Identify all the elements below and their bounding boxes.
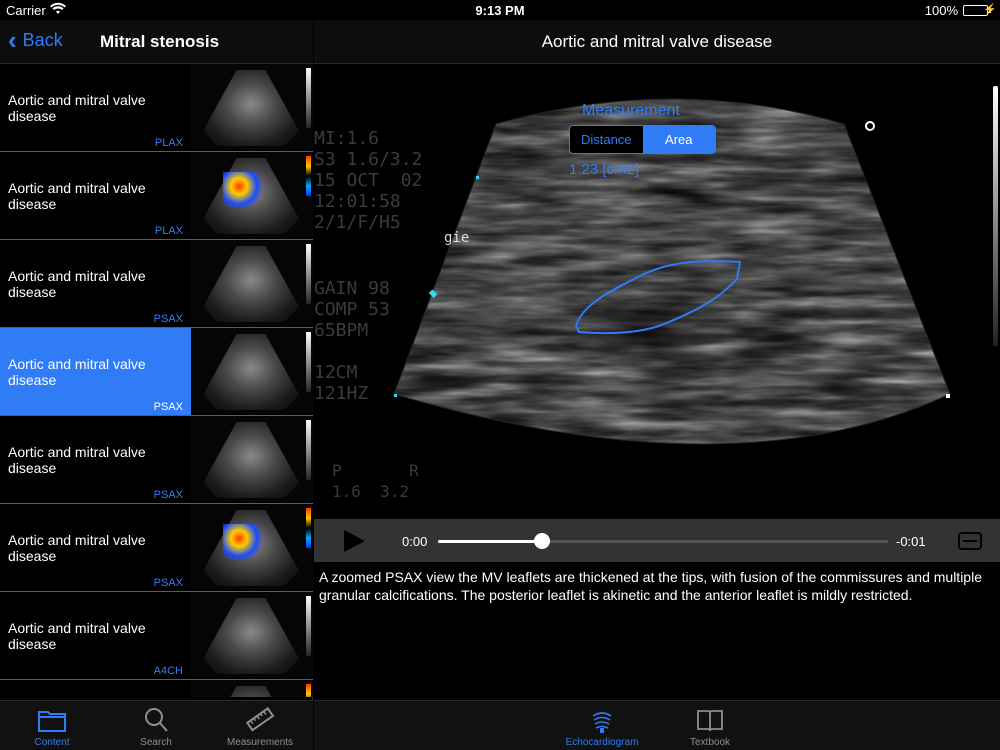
main-nav-bar: Aortic and mitral valve disease bbox=[314, 20, 1000, 64]
back-label: Back bbox=[22, 29, 63, 50]
echo-marker-label: gie bbox=[444, 230, 470, 246]
remaining-time: -0:01 bbox=[896, 534, 926, 549]
list-item-title: Aortic and mitral valve disease bbox=[8, 620, 146, 652]
play-button[interactable] bbox=[344, 530, 365, 552]
measurement-value: 1.23 [cm2] bbox=[569, 161, 640, 178]
gray-scale bbox=[306, 68, 311, 128]
echo-thumbnail bbox=[191, 504, 313, 591]
echo-header-overlay: MI:1.6 S3 1.6/3.2 15 OCT 02 12:01:58 2/1… bbox=[314, 128, 423, 233]
ruler-icon bbox=[245, 707, 275, 732]
thumbnail-sector bbox=[203, 334, 299, 410]
list-item[interactable]: Aortic and mitral valve disease PSAX bbox=[0, 416, 313, 504]
list-item-view-tag: PSAX bbox=[153, 577, 183, 589]
scrubber-track[interactable] bbox=[438, 540, 888, 543]
thumbnail-sector bbox=[203, 598, 299, 674]
list-item-title: Aortic and mitral valve disease bbox=[8, 356, 146, 388]
echo-thumbnail bbox=[191, 328, 313, 415]
echo-settings-overlay: GAIN 98 COMP 53 65BPM 12CM 121HZ bbox=[314, 278, 390, 404]
clock: 9:13 PM bbox=[475, 3, 525, 18]
list-item-title: Aortic and mitral valve disease bbox=[8, 180, 146, 212]
doppler-overlay bbox=[223, 524, 263, 560]
search-icon bbox=[145, 708, 168, 732]
book-icon bbox=[697, 710, 723, 732]
video-player-controls: 0:00 -0:01 bbox=[314, 519, 1000, 562]
thumbnail-sector bbox=[203, 246, 299, 322]
grayscale-bar bbox=[993, 86, 998, 346]
echo-thumbnail bbox=[191, 64, 313, 151]
list-item[interactable]: Aortic and mitral valve disease PLAX bbox=[0, 152, 313, 240]
gray-scale bbox=[306, 596, 311, 656]
thumbnail-sector bbox=[203, 70, 299, 146]
color-scale bbox=[306, 508, 311, 548]
color-scale bbox=[306, 684, 311, 697]
sidebar-nav-bar: ‹ Back Mitral stenosis bbox=[0, 20, 313, 64]
doppler-overlay bbox=[223, 172, 263, 208]
tab-textbook-label: Textbook bbox=[689, 737, 731, 748]
tab-content[interactable]: Content bbox=[0, 701, 104, 750]
list-item[interactable]: Aortic and mitral valve disease PSAX bbox=[0, 328, 313, 416]
chevron-left-icon: ‹ bbox=[8, 25, 17, 55]
measurement-mode-selector: Distance Area bbox=[569, 125, 716, 154]
list-item-title: Aortic and mitral valve disease bbox=[8, 92, 146, 124]
gray-scale bbox=[306, 332, 311, 392]
charging-icon: ⚡ bbox=[983, 4, 997, 16]
back-button[interactable]: ‹ Back bbox=[8, 25, 63, 55]
tab-echocardiogram-label: Echocardiogram bbox=[565, 737, 639, 748]
echo-thumbnail bbox=[191, 592, 313, 679]
list-item[interactable]: Aortic and mitral valve disease PLAX bbox=[0, 64, 313, 152]
echo-thumbnail bbox=[191, 416, 313, 503]
video-list[interactable]: Aortic and mitral valve disease PLAX Aorti… bbox=[0, 64, 313, 697]
list-item[interactable] bbox=[0, 680, 313, 697]
battery-percent: 100% bbox=[924, 3, 958, 18]
sidebar-tab-bar: Content Search Measurements bbox=[0, 700, 313, 750]
current-time: 0:00 bbox=[402, 534, 428, 549]
list-item-view-tag: PSAX bbox=[153, 313, 183, 325]
tab-search-label: Search bbox=[140, 737, 172, 748]
area-mode-button[interactable]: Area bbox=[642, 126, 715, 153]
list-item-view-tag: PLAX bbox=[154, 225, 183, 237]
echo-thumbnail bbox=[191, 240, 313, 327]
list-item-title: Aortic and mitral valve disease bbox=[8, 268, 146, 300]
thumbnail-sector bbox=[203, 686, 299, 697]
list-item-view-tag: PSAX bbox=[153, 489, 183, 501]
main-panel: Aortic and mitral valve disease MI:1.6 S… bbox=[314, 20, 1000, 750]
list-item[interactable]: Aortic and mitral valve disease PSAX bbox=[0, 504, 313, 592]
measurement-title: Measurement bbox=[582, 102, 680, 119]
tab-echocardiogram[interactable]: Echocardiogram bbox=[552, 701, 652, 750]
gray-scale bbox=[306, 420, 311, 480]
main-tab-bar: Echocardiogram Textbook bbox=[314, 700, 1000, 750]
gray-scale bbox=[306, 244, 311, 304]
status-bar: Carrier 9:13 PM 100% ⚡ bbox=[0, 0, 1000, 20]
list-item-view-tag: A4CH bbox=[153, 665, 183, 677]
list-item-title: Aortic and mitral valve disease bbox=[8, 532, 146, 564]
distance-mode-button[interactable]: Distance bbox=[570, 126, 643, 153]
ultrasound-probe-icon bbox=[592, 712, 612, 733]
tab-textbook[interactable]: Textbook bbox=[660, 701, 760, 750]
scrubber-progress bbox=[438, 540, 542, 543]
sidebar: ‹ Back Mitral stenosis Aortic and mitral… bbox=[0, 20, 313, 750]
list-item-view-tag: PSAX bbox=[153, 401, 183, 413]
captions-icon[interactable] bbox=[958, 532, 982, 550]
list-item[interactable]: Aortic and mitral valve disease PSAX bbox=[0, 240, 313, 328]
tab-search[interactable]: Search bbox=[104, 701, 208, 750]
tab-measurements-label: Measurements bbox=[226, 737, 294, 748]
video-description: A zoomed PSAX view the MV leaflets are t… bbox=[319, 569, 982, 603]
scrubber-handle[interactable] bbox=[533, 533, 550, 549]
page-title: Aortic and mitral valve disease bbox=[541, 32, 773, 51]
list-item-view-tag: PLAX bbox=[154, 137, 183, 149]
echo-bottom-overlay: P R 1.6 3.2 bbox=[332, 461, 419, 501]
color-scale bbox=[306, 156, 311, 196]
list-item[interactable]: Aortic and mitral valve disease A4CH bbox=[0, 592, 313, 680]
list-item-title: Aortic and mitral valve disease bbox=[8, 444, 146, 476]
sidebar-title: Mitral stenosis bbox=[100, 32, 220, 51]
echo-viewer[interactable]: MI:1.6 S3 1.6/3.2 15 OCT 02 12:01:58 2/1… bbox=[314, 64, 1000, 519]
echo-thumbnail bbox=[191, 152, 313, 239]
echo-thumbnail bbox=[191, 680, 313, 697]
thumbnail-sector bbox=[203, 422, 299, 498]
tab-measurements[interactable]: Measurements bbox=[208, 701, 312, 750]
tab-content-label: Content bbox=[34, 737, 70, 748]
folder-icon bbox=[38, 711, 66, 732]
